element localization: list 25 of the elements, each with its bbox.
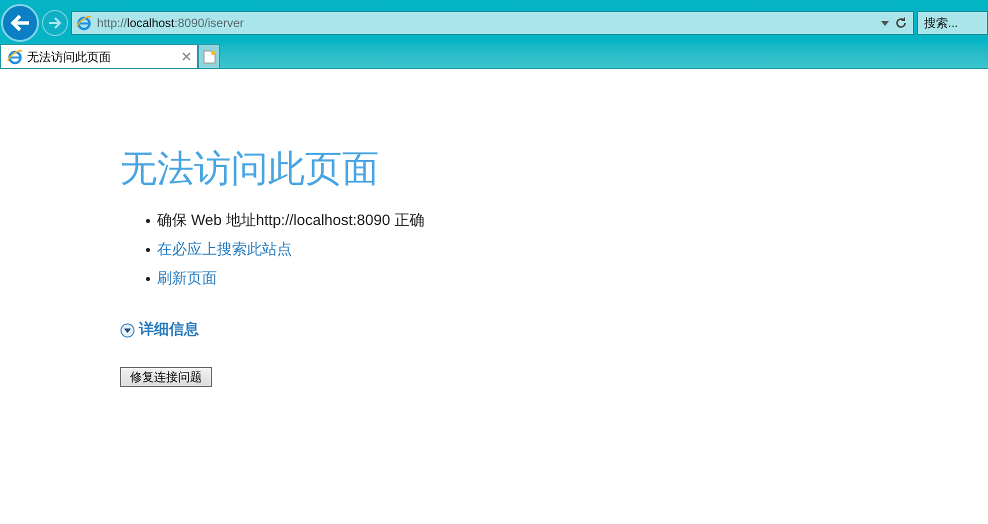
details-link[interactable]: 详细信息: [139, 319, 199, 342]
ie-logo-icon: [76, 15, 92, 31]
back-arrow-icon: [9, 13, 31, 33]
fix-connection-button[interactable]: 修复连接问题: [120, 366, 212, 386]
link[interactable]: 在必应上搜索此站点: [157, 240, 292, 260]
tab-label: 无法访问此页面: [27, 48, 111, 66]
refresh-icon[interactable]: [895, 17, 907, 29]
new-tab-icon: [202, 50, 216, 64]
link[interactable]: 刷新页面: [157, 269, 217, 289]
bullet-icon: [146, 277, 150, 281]
new-tab-button[interactable]: [198, 44, 220, 68]
forward-arrow-icon: [48, 17, 62, 29]
dropdown-caret-icon[interactable]: [881, 20, 889, 26]
bullet-icon: [146, 219, 150, 223]
page-title: 无法访问此页面: [120, 147, 380, 191]
search-field[interactable]: 搜索...: [917, 11, 988, 35]
address-field[interactable]: http://localhost:8090/iserver: [71, 11, 914, 35]
instruction-text: 确保 Web 地址http://localhost:8090 正确: [157, 211, 424, 231]
bullet-icon: [146, 248, 150, 252]
expand-chevron-icon[interactable]: [120, 322, 135, 338]
close-icon[interactable]: [182, 52, 191, 61]
browser-tab[interactable]: 无法访问此页面: [0, 44, 198, 68]
ie-logo-icon: [7, 48, 23, 64]
back-button[interactable]: [1, 4, 39, 42]
url-text: http://localhost:8090/iserver: [97, 15, 244, 32]
